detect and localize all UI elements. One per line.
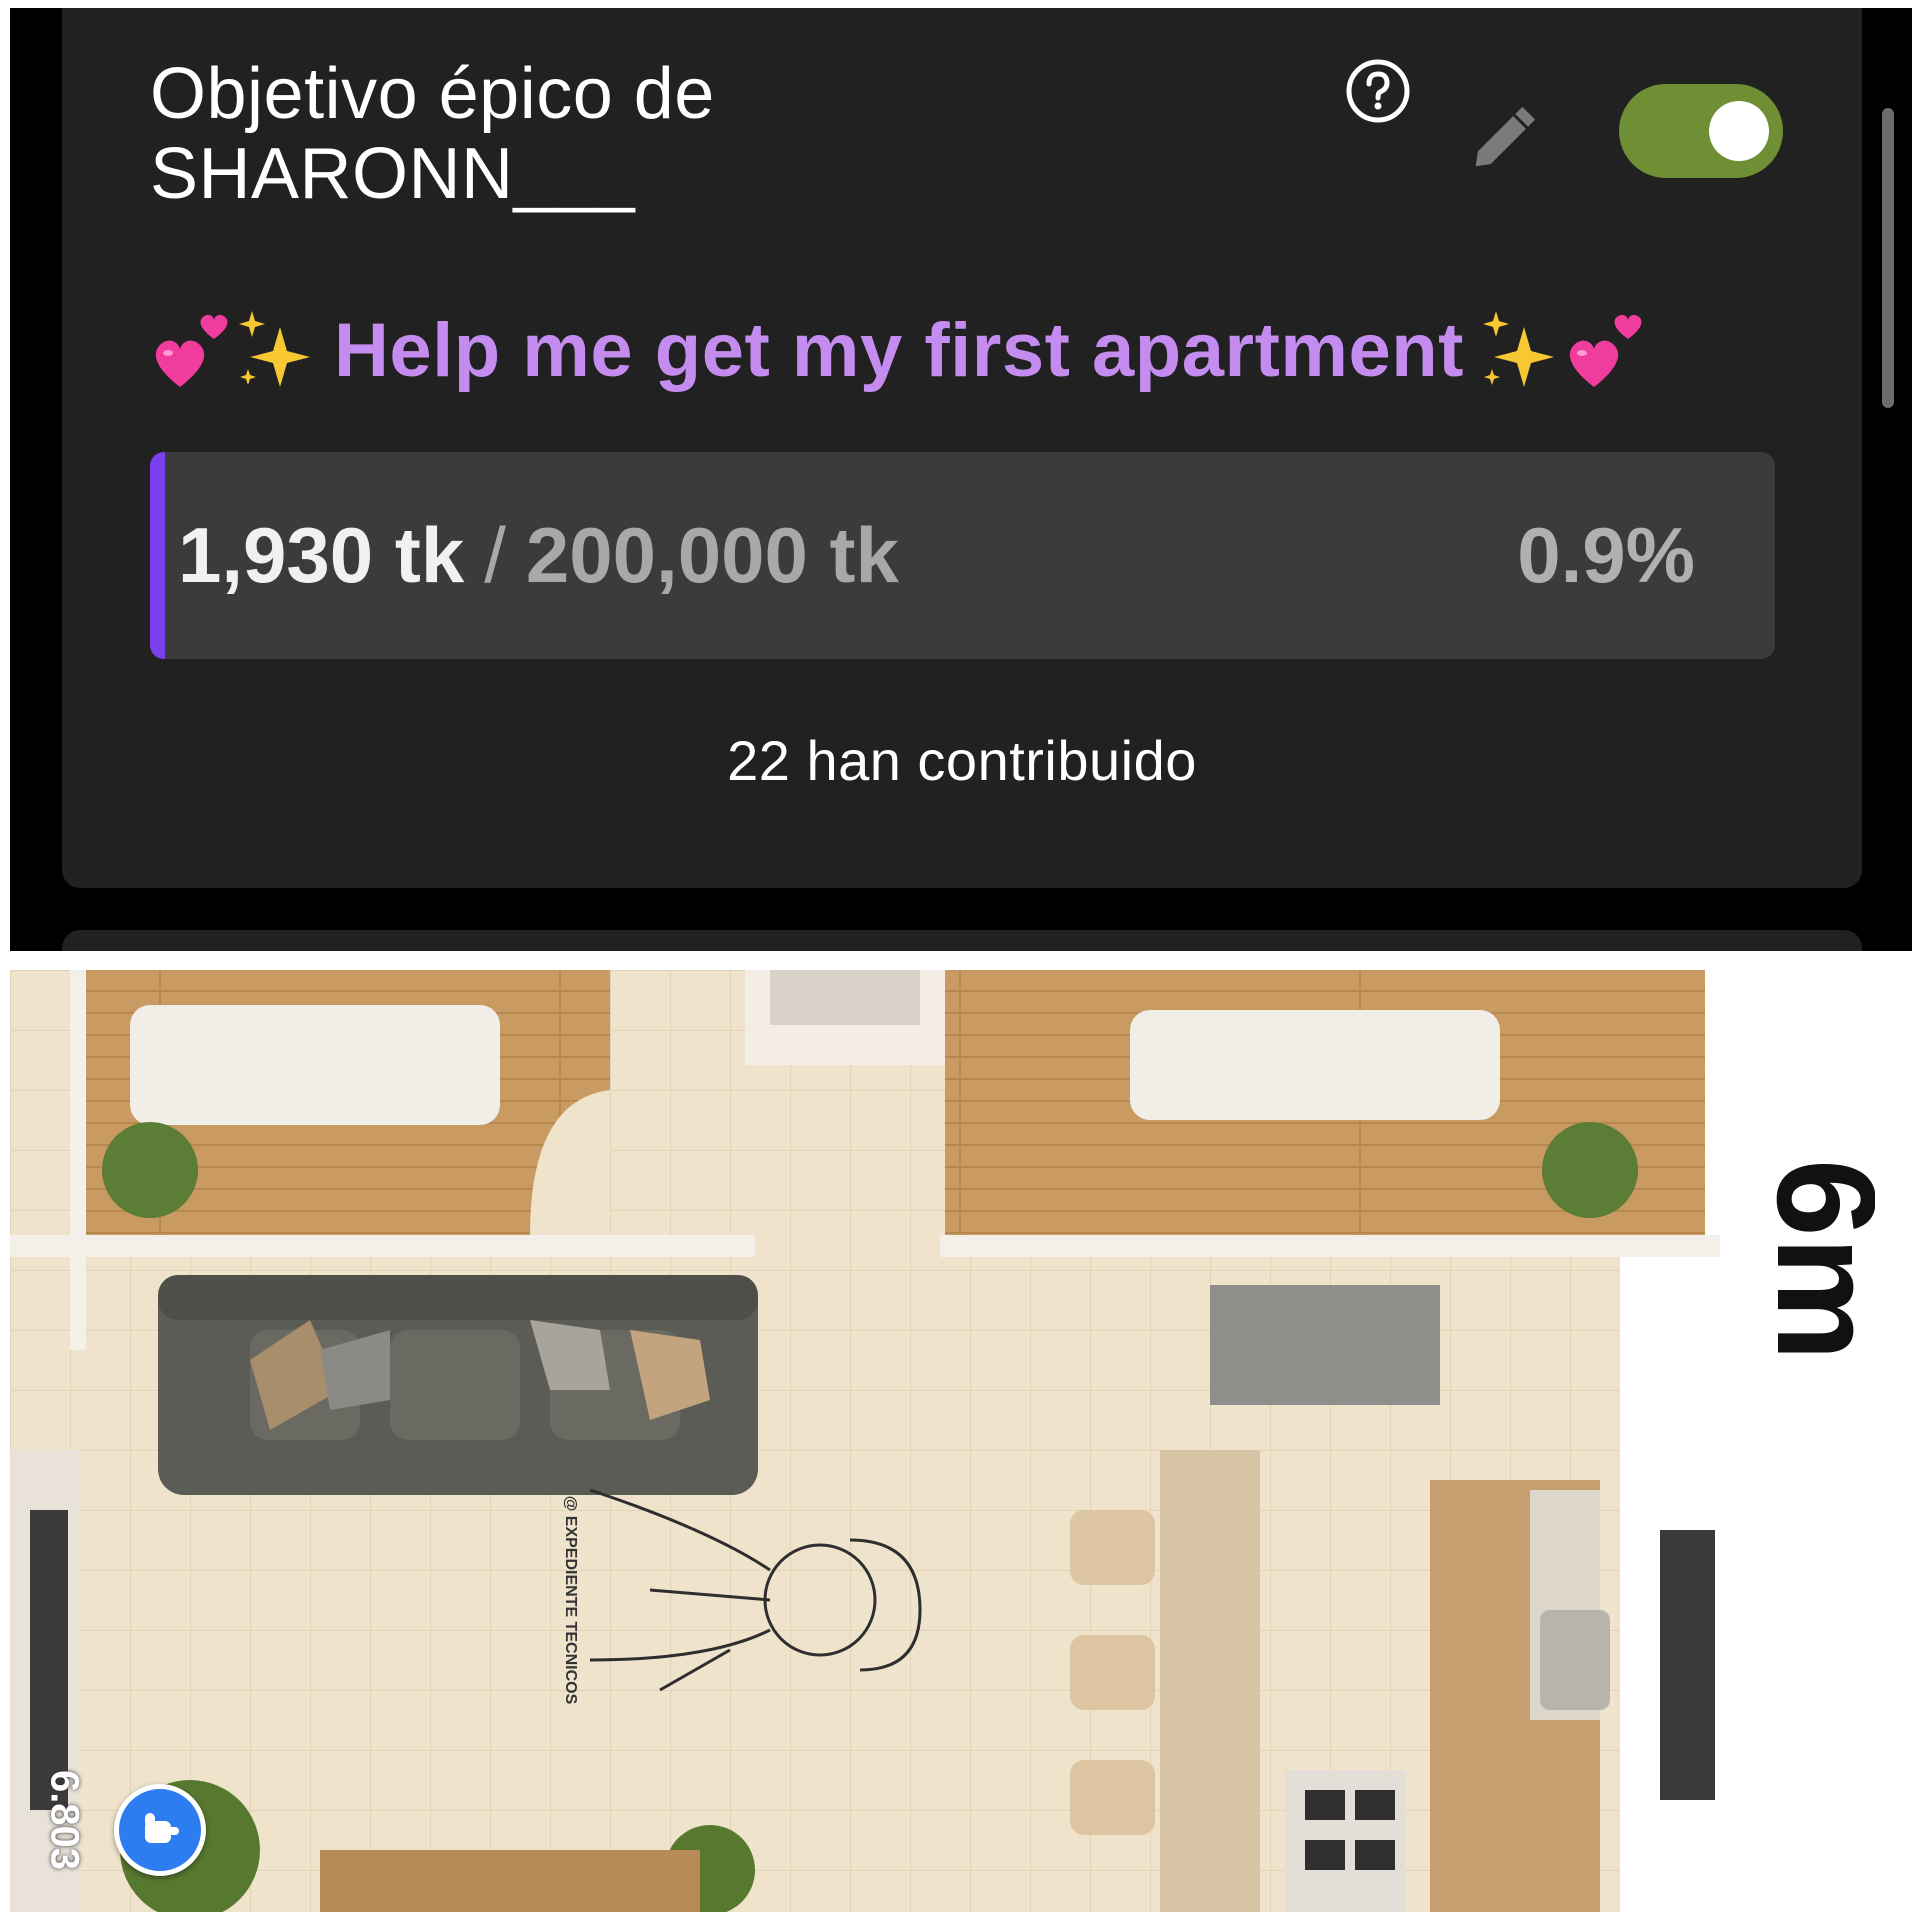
two-hearts-emoji-icon: [155, 314, 228, 387]
goal-active-toggle[interactable]: [1619, 84, 1783, 178]
pencil-edit-icon[interactable]: [1462, 96, 1546, 180]
goal-description-text: Help me get my first apartment: [334, 307, 1464, 393]
scale-label: 6m: [1748, 1159, 1875, 1361]
progress-amounts: 1,930 tk / 200,000 tk: [178, 452, 899, 659]
two-hearts-emoji-icon: [1569, 314, 1642, 387]
progress-target: 200,000 tk: [525, 511, 899, 599]
progress-percent: 0.9%: [1517, 511, 1695, 599]
floating-action-button[interactable]: [114, 1784, 206, 1876]
floorplan-illustration: [10, 970, 1875, 1912]
side-reading-text: 6.803: [42, 1769, 87, 1871]
goal-progress-bar: 1,930 tk / 200,000 tk 0.9%: [150, 452, 1775, 659]
side-reading: 6.803: [40, 1745, 88, 1895]
progress-separator: /: [484, 511, 506, 599]
sparkles-emoji-icon: [239, 311, 310, 387]
goal-card: Objetivo épico de SHARONN___ Help me get…: [62, 8, 1862, 888]
next-card-edge: [62, 930, 1862, 951]
apartment-floorplan-image: 6m: [10, 970, 1875, 1912]
hand-pointer-icon: [145, 1813, 179, 1843]
progress-current: 1,930 tk: [178, 511, 465, 599]
goal-description: Help me get my first apartment: [150, 300, 1648, 400]
progress-fill: [150, 452, 165, 659]
toggle-knob: [1709, 101, 1769, 161]
goal-title-line-2: SHARONN___: [150, 134, 636, 214]
help-icon[interactable]: [1345, 58, 1411, 124]
scrollbar[interactable]: [1882, 108, 1894, 408]
sparkles-emoji-icon: [1482, 311, 1554, 387]
goal-screenshot: Objetivo épico de SHARONN___ Help me get…: [10, 8, 1912, 951]
scale-label-text: 6m: [1748, 1159, 1875, 1361]
watermark-text: @ EXPEDIENTE TECNICOS: [562, 1495, 579, 1705]
contributors-count: 22 han contribuido: [727, 729, 1197, 792]
image-watermark: @ EXPEDIENTE TECNICOS: [550, 1470, 590, 1730]
goal-title-line-1: Objetivo épico de: [150, 54, 715, 134]
goal-title: Objetivo épico de SHARONN___: [150, 54, 1050, 214]
